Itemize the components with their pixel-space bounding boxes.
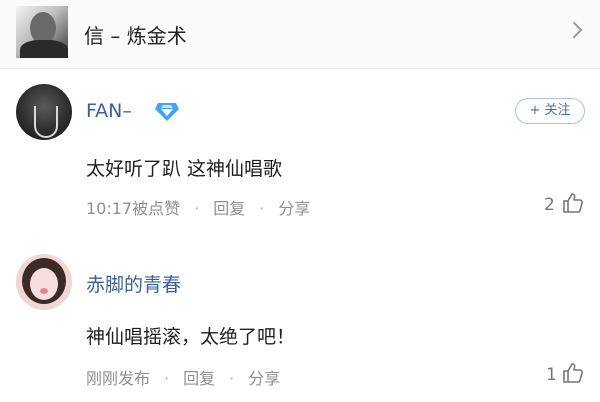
vip-diamond-icon bbox=[155, 103, 179, 121]
comment-text: 神仙唱摇滚，太绝了吧！ bbox=[86, 326, 296, 348]
avatar[interactable] bbox=[16, 254, 72, 310]
song-cover bbox=[16, 6, 68, 58]
chevron-right-icon[interactable] bbox=[565, 21, 583, 39]
avatar[interactable] bbox=[16, 84, 72, 140]
song-header[interactable]: 信 – 炼金术 bbox=[0, 0, 600, 69]
comment-meta: 刚刚发布 · 回复 · 分享 bbox=[86, 365, 280, 389]
meta-separator: · bbox=[259, 199, 265, 218]
comment-text: 太好听了趴 这神仙唱歌 bbox=[86, 158, 283, 180]
share-button[interactable]: 分享 bbox=[248, 369, 280, 388]
comment-username[interactable]: FAN– bbox=[86, 100, 132, 122]
like-count: 2 bbox=[544, 195, 555, 215]
comment-time: 刚刚发布 bbox=[86, 369, 151, 388]
follow-button[interactable]: + 关注 bbox=[515, 98, 585, 124]
avatar-mouth bbox=[40, 288, 48, 294]
reply-button[interactable]: 回复 bbox=[213, 199, 245, 218]
meta-separator: · bbox=[229, 369, 235, 388]
reply-button[interactable]: 回复 bbox=[183, 369, 215, 388]
comment-meta: 10:17被点赞 · 回复 · 分享 bbox=[86, 195, 310, 219]
avatar-face bbox=[30, 268, 58, 300]
comment-username[interactable]: 赤脚的青春 bbox=[86, 270, 181, 297]
share-button[interactable]: 分享 bbox=[278, 199, 310, 218]
meta-separator: · bbox=[164, 369, 170, 388]
thumbs-up-icon[interactable] bbox=[562, 192, 584, 214]
like-count: 1 bbox=[546, 365, 557, 385]
meta-separator: · bbox=[194, 199, 200, 218]
avatar-earphone-cord bbox=[34, 106, 58, 138]
cover-shoulder bbox=[20, 40, 68, 58]
comment-time: 10:17被点赞 bbox=[86, 199, 181, 218]
song-title: 信 – 炼金术 bbox=[84, 24, 187, 48]
thumbs-up-icon[interactable] bbox=[562, 362, 584, 384]
